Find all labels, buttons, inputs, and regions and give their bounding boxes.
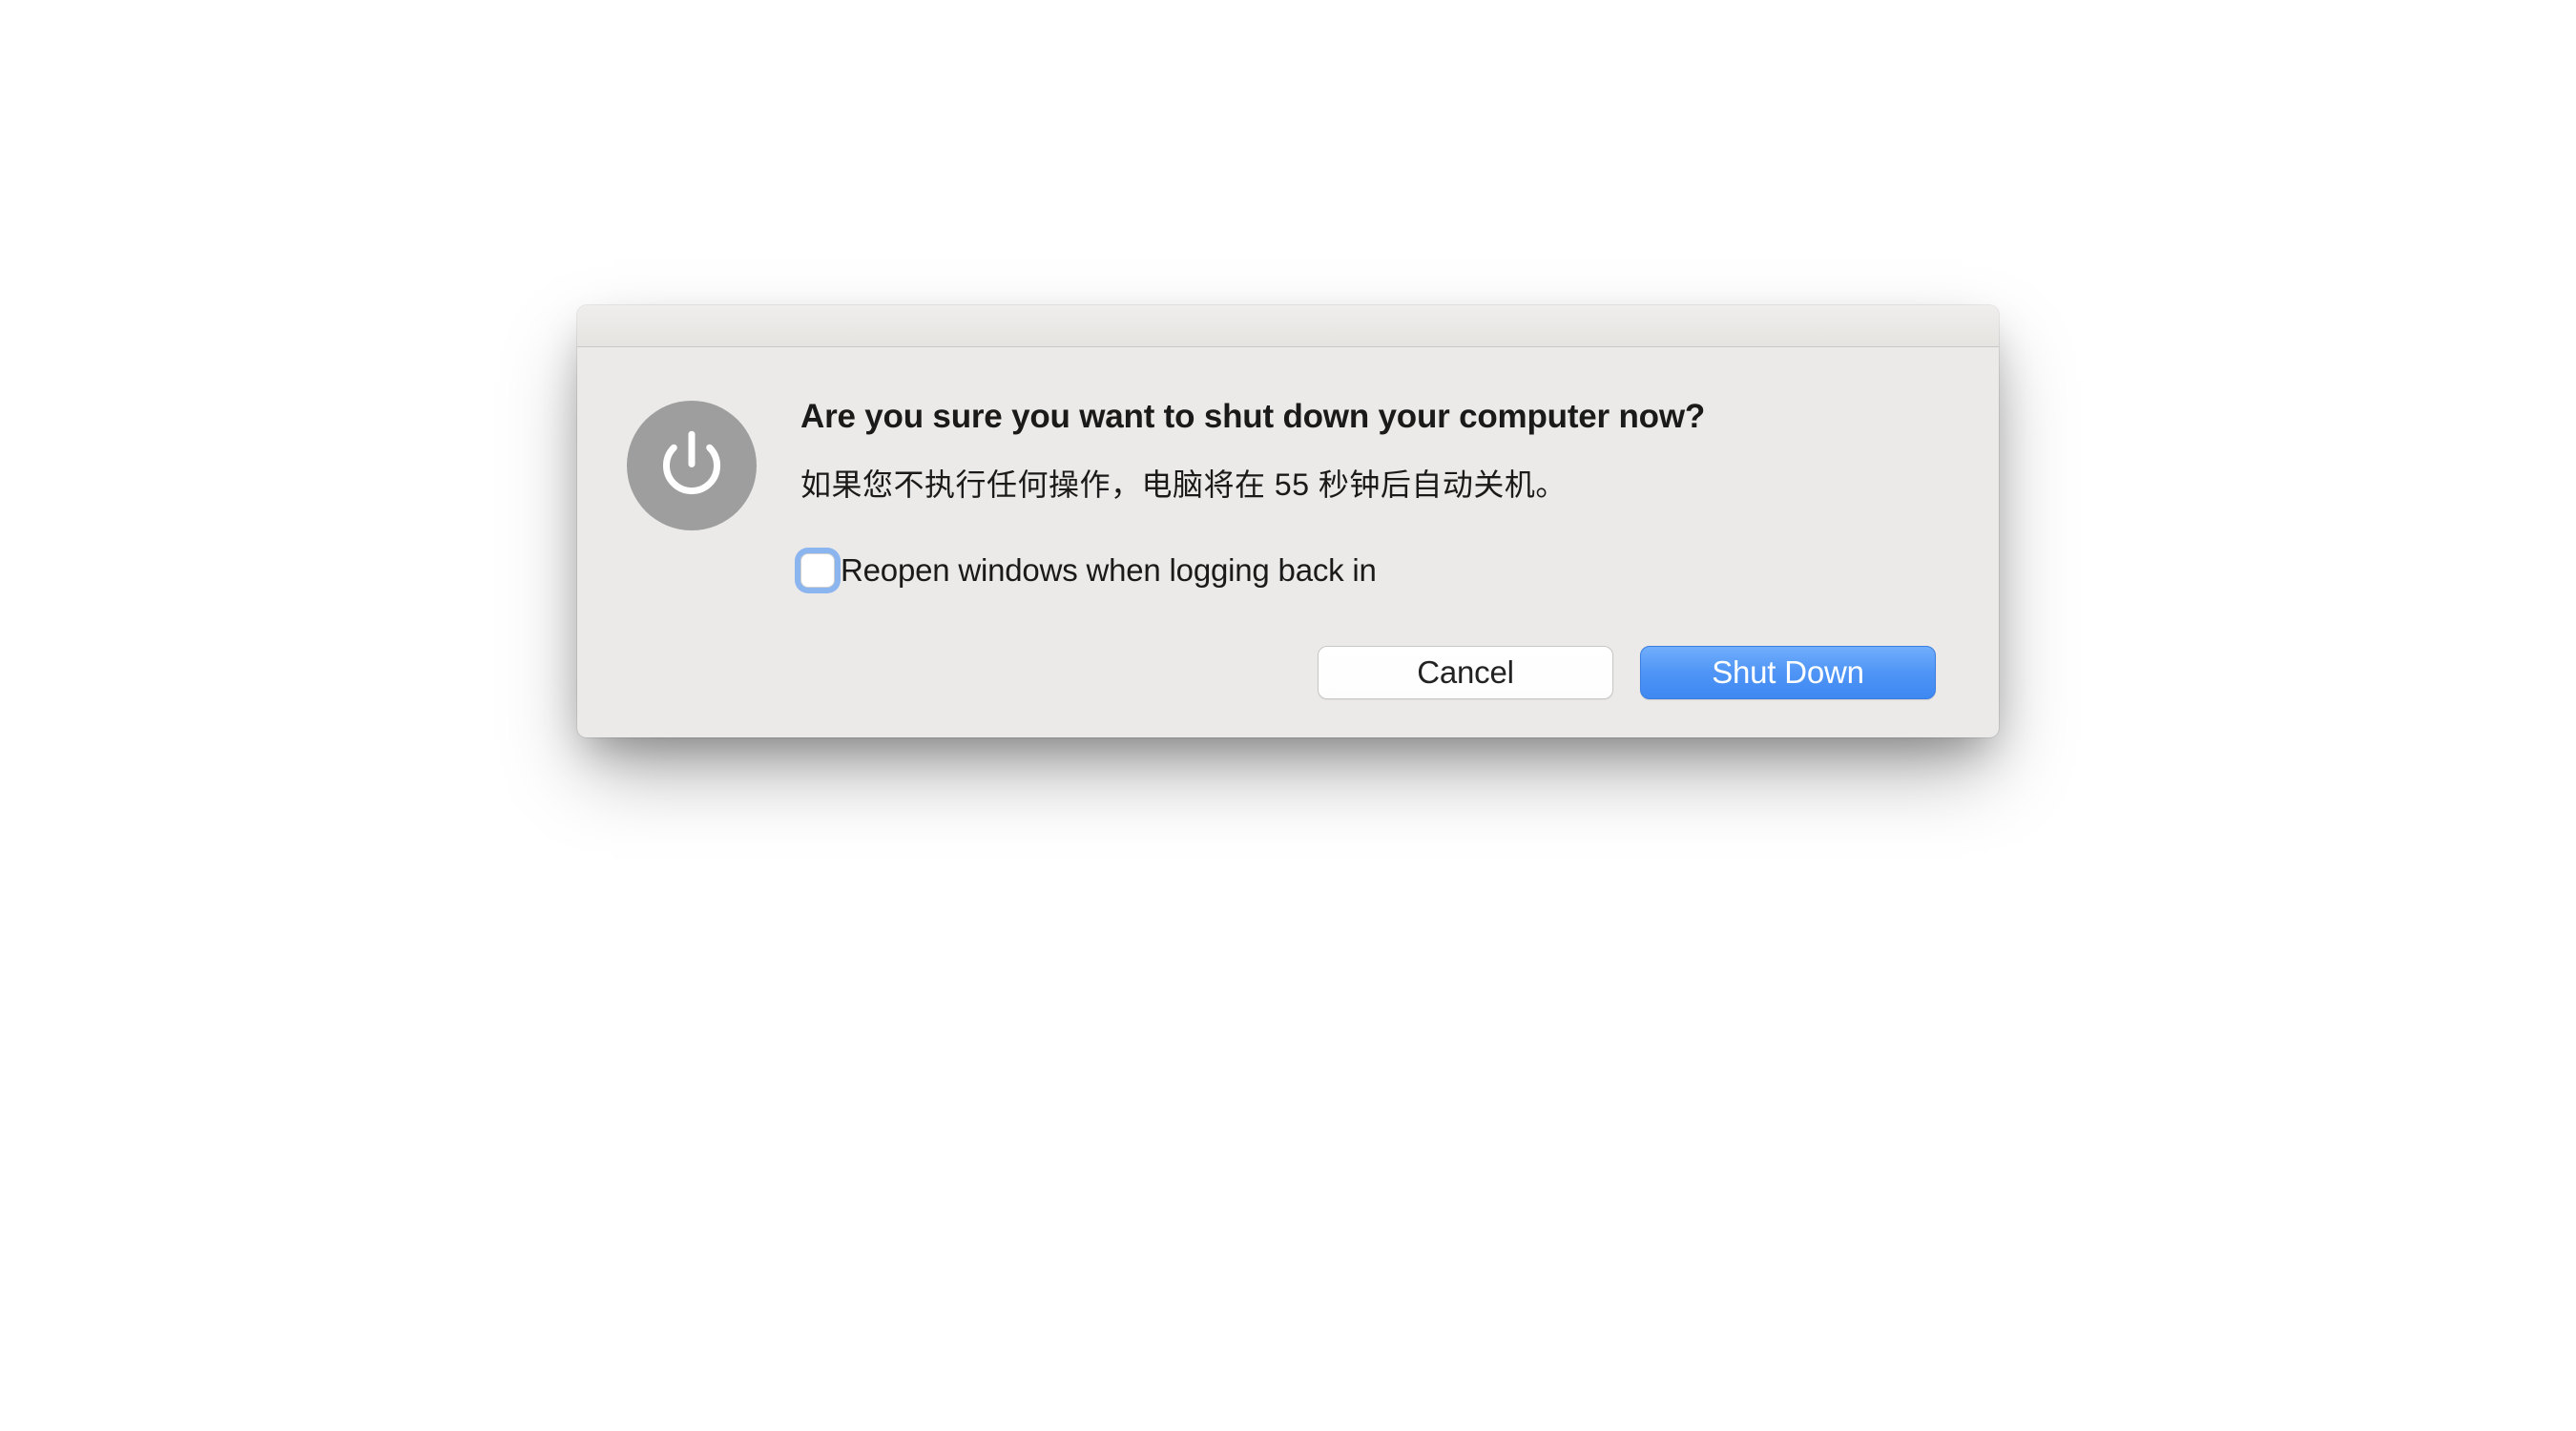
cancel-button[interactable]: Cancel xyxy=(1318,646,1613,699)
dialog-icon-column xyxy=(627,395,800,530)
reopen-windows-row[interactable]: Reopen windows when logging back in xyxy=(800,552,1942,589)
dialog-button-row: Cancel Shut Down xyxy=(800,646,1942,699)
reopen-windows-checkbox[interactable] xyxy=(800,553,835,588)
dialog-body: Are you sure you want to shut down your … xyxy=(577,347,1999,737)
dialog-subtext: 如果您不执行任何操作，电脑将在 55 秒钟后自动关机。 xyxy=(800,464,1942,507)
dialog-heading: Are you sure you want to shut down your … xyxy=(800,395,1942,439)
reopen-windows-label: Reopen windows when logging back in xyxy=(841,552,1377,589)
dialog-titlebar[interactable] xyxy=(577,305,1999,347)
power-icon xyxy=(627,401,757,530)
shutdown-dialog: Are you sure you want to shut down your … xyxy=(577,305,1999,737)
shut-down-button[interactable]: Shut Down xyxy=(1640,646,1936,699)
dialog-content: Are you sure you want to shut down your … xyxy=(800,395,1942,699)
